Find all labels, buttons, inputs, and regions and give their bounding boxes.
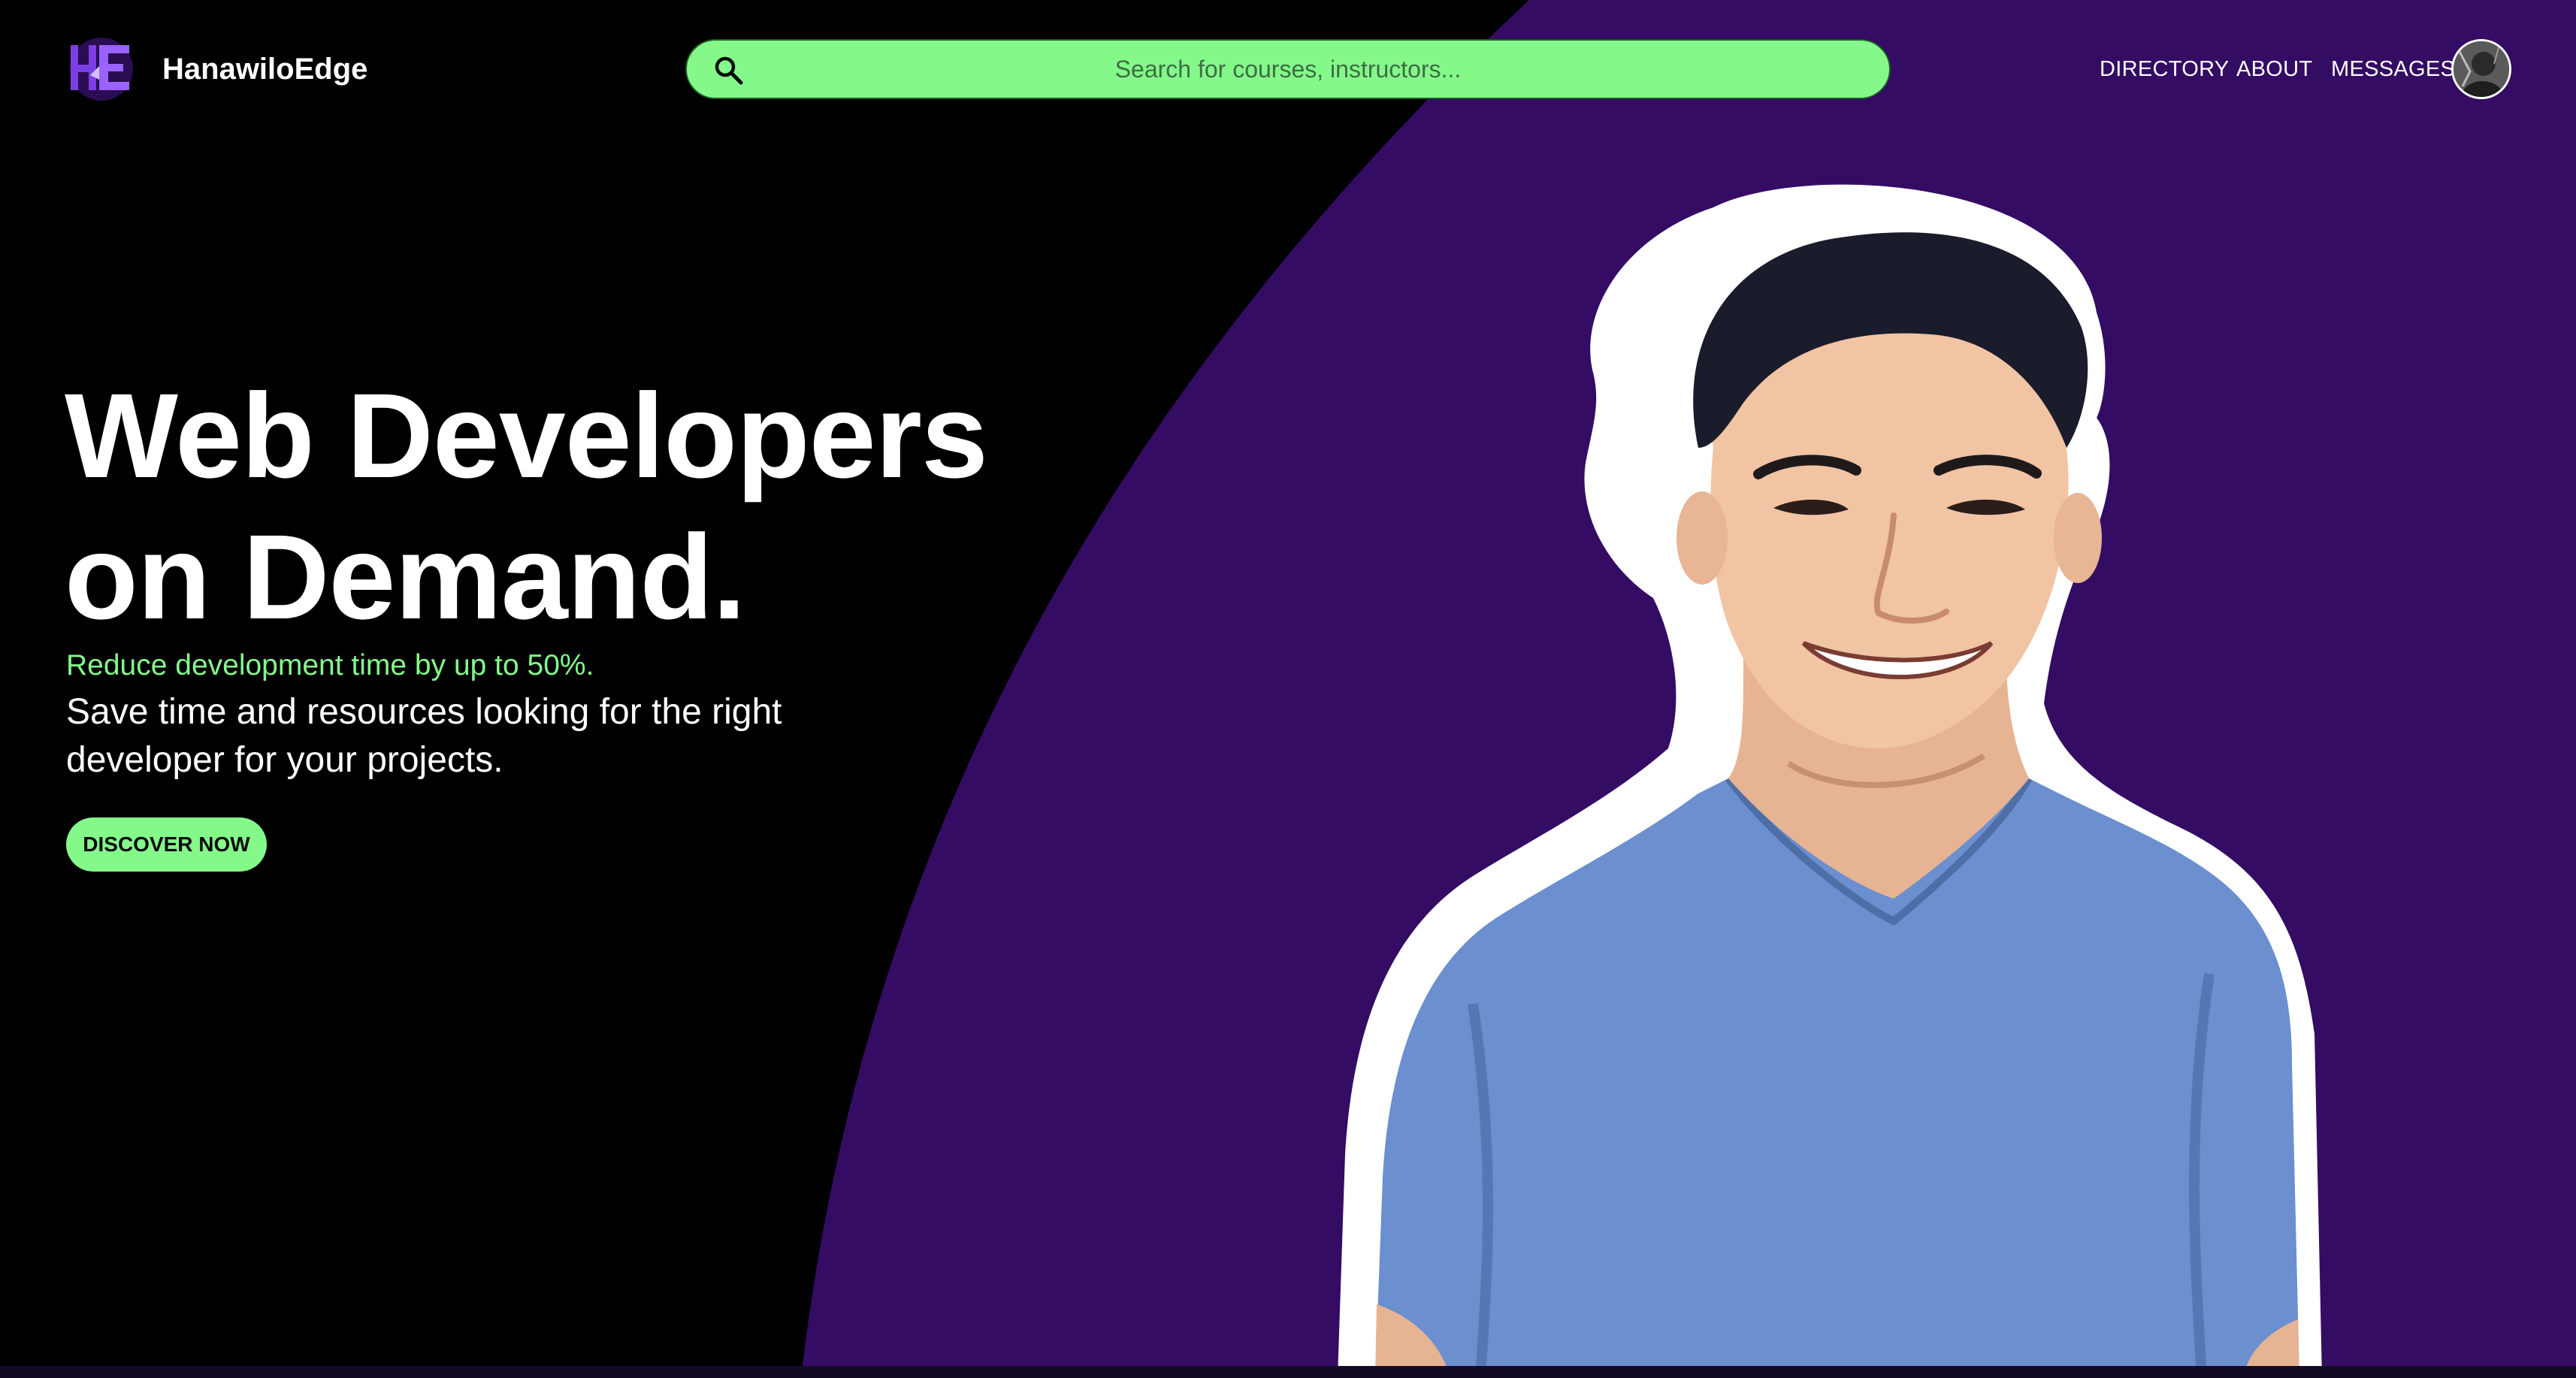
hero-description: Save time and resources looking for the … <box>66 692 782 780</box>
hero-title-line-1: Web Developers <box>65 368 988 503</box>
search-input[interactable] <box>777 41 1799 98</box>
hero-accent-text: Reduce development time by up to 50%. <box>66 649 594 681</box>
hero-title: Web Developers on Demand. <box>65 365 1042 648</box>
search-icon[interactable] <box>712 54 745 87</box>
brand-name[interactable]: HanawiloEdge <box>162 50 367 89</box>
nav-link-directory[interactable]: DIRECTORY <box>2100 56 2229 83</box>
bottom-edge-strip <box>0 1366 2576 1378</box>
avatar-image <box>2454 41 2509 97</box>
hanawiloedge-logo[interactable] <box>66 36 137 102</box>
landing-page: HanawiloEdge DIRECTORY ABOUT MESSAGES We… <box>0 0 2576 1378</box>
nav-link-about[interactable]: ABOUT <box>2236 56 2312 83</box>
top-navigation-bar: HanawiloEdge DIRECTORY ABOUT MESSAGES <box>0 0 2576 138</box>
hero-portrait-image <box>1338 184 2322 1378</box>
hero-title-line-2: on Demand. <box>65 509 746 644</box>
search-bar[interactable] <box>685 39 1891 99</box>
user-avatar[interactable] <box>2451 39 2511 99</box>
nav-link-messages[interactable]: MESSAGES <box>2331 56 2455 83</box>
discover-now-button[interactable]: DISCOVER NOW <box>66 817 267 872</box>
